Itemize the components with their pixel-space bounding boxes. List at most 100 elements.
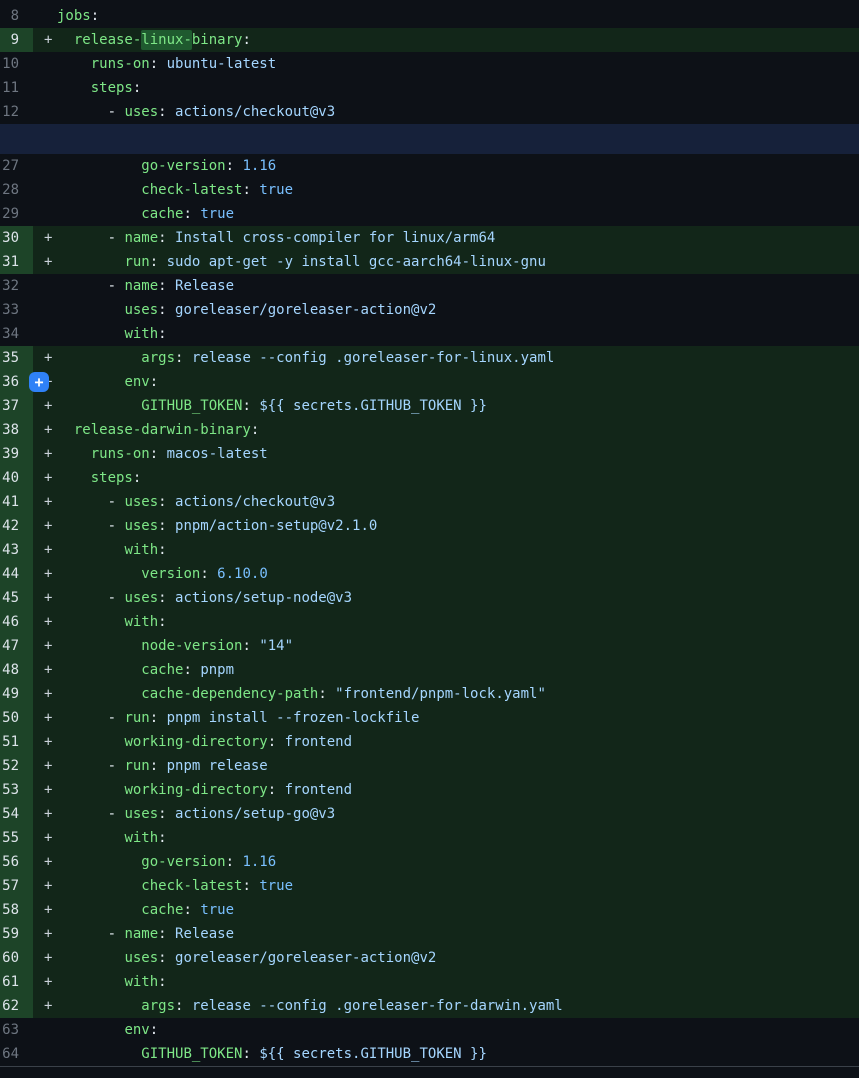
line-number[interactable]: 12: [0, 100, 33, 124]
code-line: + args: release --config .goreleaser-for…: [33, 346, 859, 370]
diff-row-33: 33 uses: goreleaser/goreleaser-action@v2: [0, 298, 859, 322]
code-line: cache: true: [33, 202, 859, 226]
line-number[interactable]: 30: [0, 226, 33, 250]
line-number[interactable]: 32: [0, 274, 33, 298]
diff-row-54: 54+ - uses: actions/setup-go@v3: [0, 802, 859, 826]
line-number[interactable]: 43: [0, 538, 33, 562]
code-line: + - uses: pnpm/action-setup@v2.1.0: [33, 514, 859, 538]
diff-add-marker: +: [44, 970, 52, 994]
diff-row-34: 34 with:: [0, 322, 859, 346]
expand-hunk-band[interactable]: [0, 124, 859, 154]
code-line: + cache: pnpm: [33, 658, 859, 682]
code-line: + cache: true: [33, 898, 859, 922]
diff-add-marker: +: [44, 346, 52, 370]
code-line: + - uses: actions/setup-node@v3: [33, 586, 859, 610]
line-number[interactable]: 10: [0, 52, 33, 76]
diff-viewer: 8jobs:9+ release-linux-binary:10 runs-on…: [0, 0, 859, 1067]
diff-row-48: 48+ cache: pnpm: [0, 658, 859, 682]
diff-add-marker: +: [44, 946, 52, 970]
line-number[interactable]: 41: [0, 490, 33, 514]
code-line: + with:: [33, 826, 859, 850]
diff-add-marker: +: [44, 634, 52, 658]
diff-add-marker: +: [44, 754, 52, 778]
line-number[interactable]: 47: [0, 634, 33, 658]
code-line: + check-latest: true: [33, 874, 859, 898]
diff-row-9: 9+ release-linux-binary:: [0, 28, 859, 52]
line-number[interactable]: 50: [0, 706, 33, 730]
line-number[interactable]: 28: [0, 178, 33, 202]
line-number[interactable]: 59: [0, 922, 33, 946]
line-number[interactable]: 51: [0, 730, 33, 754]
diff-add-marker: +: [44, 538, 52, 562]
diff-row-31: 31+ run: sudo apt-get -y install gcc-aar…: [0, 250, 859, 274]
diff-row-27: 27 go-version: 1.16: [0, 154, 859, 178]
diff-add-marker: +: [44, 994, 52, 1018]
line-number[interactable]: 42: [0, 514, 33, 538]
code-line: + with:: [33, 970, 859, 994]
code-line: steps:: [33, 76, 859, 100]
diff-add-marker: +: [44, 442, 52, 466]
diff-row-57: 57+ check-latest: true: [0, 874, 859, 898]
diff-row-36: 36+ env:+: [0, 370, 859, 394]
line-number[interactable]: 40: [0, 466, 33, 490]
code-line: + working-directory: frontend: [33, 730, 859, 754]
line-number[interactable]: 38: [0, 418, 33, 442]
line-number[interactable]: 34: [0, 322, 33, 346]
line-number[interactable]: 27: [0, 154, 33, 178]
line-number[interactable]: 9: [0, 28, 33, 52]
line-number[interactable]: 58: [0, 898, 33, 922]
code-line: + working-directory: frontend: [33, 778, 859, 802]
diff-add-marker: +: [44, 778, 52, 802]
line-number[interactable]: 57: [0, 874, 33, 898]
diff-add-marker: +: [44, 394, 52, 418]
diff-row-28: 28 check-latest: true: [0, 178, 859, 202]
diff-row-32: 32 - name: Release: [0, 274, 859, 298]
line-number[interactable]: 37: [0, 394, 33, 418]
diff-row-43: 43+ with:: [0, 538, 859, 562]
code-line: + args: release --config .goreleaser-for…: [33, 994, 859, 1018]
code-line: env:: [33, 1018, 859, 1042]
code-line: check-latest: true: [33, 178, 859, 202]
line-number[interactable]: 39: [0, 442, 33, 466]
line-number[interactable]: 46: [0, 610, 33, 634]
diff-add-marker: +: [44, 706, 52, 730]
line-number[interactable]: 44: [0, 562, 33, 586]
line-number[interactable]: 61: [0, 970, 33, 994]
line-number[interactable]: 54: [0, 802, 33, 826]
code-line: + - uses: actions/setup-go@v3: [33, 802, 859, 826]
diff-row-62: 62+ args: release --config .goreleaser-f…: [0, 994, 859, 1018]
diff-add-marker: +: [44, 922, 52, 946]
line-number[interactable]: 29: [0, 202, 33, 226]
diff-row-60: 60+ uses: goreleaser/goreleaser-action@v…: [0, 946, 859, 970]
code-line: + - name: Install cross-compiler for lin…: [33, 226, 859, 250]
line-number[interactable]: 52: [0, 754, 33, 778]
diff-add-marker: +: [44, 562, 52, 586]
diff-row-59: 59+ - name: Release: [0, 922, 859, 946]
diff-add-marker: +: [44, 490, 52, 514]
diff-row-12: 12 - uses: actions/checkout@v3: [0, 100, 859, 124]
code-line: + version: 6.10.0: [33, 562, 859, 586]
line-number[interactable]: 62: [0, 994, 33, 1018]
line-number[interactable]: 53: [0, 778, 33, 802]
line-number[interactable]: 63: [0, 1018, 33, 1042]
line-number[interactable]: 35: [0, 346, 33, 370]
line-number[interactable]: 31: [0, 250, 33, 274]
diff-row-63: 63 env:: [0, 1018, 859, 1042]
line-number[interactable]: 64: [0, 1042, 33, 1066]
code-line: runs-on: ubuntu-latest: [33, 52, 859, 76]
line-number[interactable]: 56: [0, 850, 33, 874]
line-number[interactable]: 11: [0, 76, 33, 100]
line-number[interactable]: 33: [0, 298, 33, 322]
line-number[interactable]: 8: [0, 4, 33, 28]
line-number[interactable]: 48: [0, 658, 33, 682]
line-number[interactable]: 55: [0, 826, 33, 850]
code-line: + - run: pnpm install --frozen-lockfile: [33, 706, 859, 730]
diff-row-39: 39+ runs-on: macos-latest: [0, 442, 859, 466]
line-number[interactable]: 60: [0, 946, 33, 970]
diff-row-58: 58+ cache: true: [0, 898, 859, 922]
diff-add-marker: +: [44, 514, 52, 538]
add-comment-button[interactable]: +: [29, 372, 49, 392]
line-number[interactable]: 49: [0, 682, 33, 706]
line-number[interactable]: 45: [0, 586, 33, 610]
code-line: + steps:: [33, 466, 859, 490]
